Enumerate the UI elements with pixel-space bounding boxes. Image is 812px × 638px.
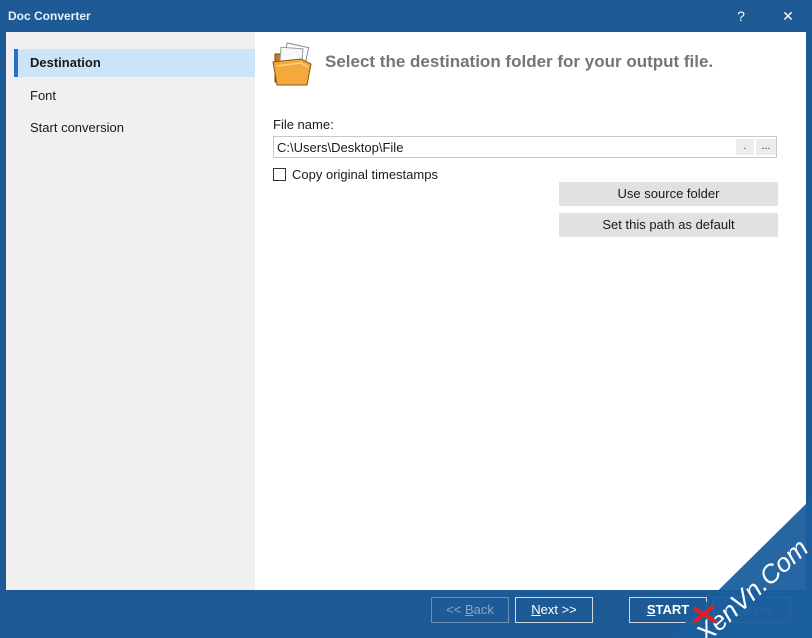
dialog-body: Destination Font Start conversion Select… — [6, 32, 806, 590]
destination-panel: Select the destination folder for your o… — [255, 32, 806, 590]
title-bar: Doc Converter ? ✕ — [0, 0, 812, 32]
next-mnemonic: N — [531, 602, 541, 617]
sidebar-item-label: Start conversion — [30, 120, 124, 135]
file-name-input[interactable]: C:\Users\Desktop\File . ... — [273, 136, 777, 158]
start-button[interactable]: START — [629, 597, 707, 623]
help-button[interactable]: ? — [718, 0, 764, 32]
sidebar-item-destination[interactable]: Destination — [14, 49, 255, 77]
dot-button[interactable]: . — [736, 139, 754, 155]
copy-timestamps-label[interactable]: Copy original timestamps — [292, 167, 438, 182]
close-button[interactable]: ✕ — [765, 0, 811, 32]
page-heading: Select the destination folder for your o… — [325, 52, 714, 71]
sidebar: Destination Font Start conversion — [6, 32, 255, 590]
back-mnemonic: B — [464, 602, 474, 617]
browse-button[interactable]: ... — [756, 139, 776, 155]
copy-timestamps-checkbox[interactable] — [273, 168, 286, 181]
cancel-rest: ancel — [741, 602, 773, 617]
open-folder-icon — [272, 42, 312, 86]
window-title: Doc Converter — [8, 9, 91, 23]
sidebar-item-label: Font — [30, 88, 57, 103]
next-button[interactable]: Next >> — [515, 597, 593, 623]
file-name-label: File name: — [273, 117, 334, 132]
sidebar-item-font[interactable]: Font — [14, 82, 255, 110]
set-default-path-button[interactable]: Set this path as default — [559, 213, 778, 237]
cancel-button[interactable]: Cancel — [713, 597, 791, 623]
back-button[interactable]: << Back — [431, 597, 509, 623]
app-window: Doc Converter ? ✕ Destination Font Start… — [0, 0, 812, 638]
start-rest: TART — [655, 602, 690, 617]
back-prefix: << — [446, 602, 465, 617]
cancel-mnemonic: C — [731, 602, 742, 617]
use-source-folder-button[interactable]: Use source folder — [559, 182, 778, 206]
file-name-value[interactable]: C:\Users\Desktop\File — [277, 140, 403, 155]
sidebar-item-start-conversion[interactable]: Start conversion — [14, 114, 255, 142]
next-rest: ext >> — [540, 602, 577, 617]
footer-bar: << Back Next >> START Cancel — [0, 590, 812, 638]
back-rest: ack — [473, 602, 494, 617]
sidebar-item-label: Destination — [30, 55, 101, 70]
